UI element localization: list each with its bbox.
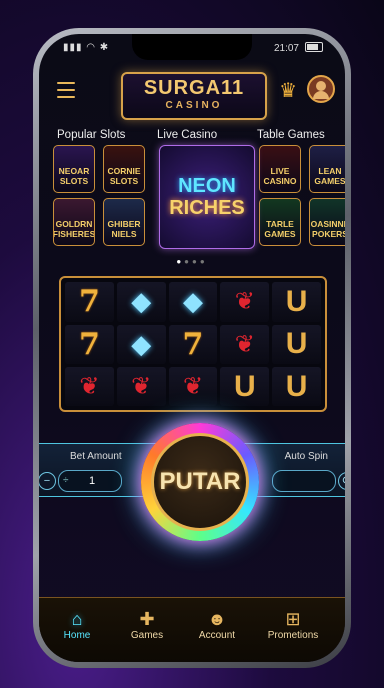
brand-name: SURGA11 xyxy=(143,77,245,99)
status-time-area: 21:07 xyxy=(274,42,323,54)
cherry-icon: ❦ xyxy=(168,367,218,406)
carousel-dots: ●●●● xyxy=(176,257,208,266)
feature-title-line1: NEON xyxy=(178,175,236,197)
tab-popular-slots[interactable]: Popular Slots xyxy=(57,129,125,141)
auto-spin-field[interactable] xyxy=(272,470,336,492)
user-icon: ☻ xyxy=(207,609,227,629)
nav-item-label: Prometions xyxy=(267,630,319,641)
spin-button[interactable]: PUTAR xyxy=(141,423,259,541)
featured-game-neon-riches[interactable]: NEON RICHES xyxy=(159,145,255,249)
brand-sub: CASINO xyxy=(165,100,223,111)
tab-table-games[interactable]: Table Games xyxy=(257,129,325,141)
app-header: SURGA11 CASINO ♛ xyxy=(39,68,345,128)
bottom-nav: ⌂ Home ✚ Games ☻ Account ⊞ Prometions xyxy=(39,597,345,662)
game-tile-left-0[interactable]: NEOAR SLOTS xyxy=(53,145,95,193)
spin-label: PUTAR xyxy=(159,468,241,495)
nav-item-home[interactable]: ⌂ Home xyxy=(45,608,109,641)
game-tile-right-0[interactable]: LIVE CASINO xyxy=(259,145,301,193)
gamepad-icon: ✚ xyxy=(139,609,155,629)
cherry-icon: ❦ xyxy=(65,367,114,406)
seven-icon: 7 xyxy=(168,324,218,365)
nav-item-games[interactable]: ✚ Games xyxy=(115,608,179,641)
nav-item-label: Account xyxy=(198,630,236,641)
crown-icon[interactable]: ♛ xyxy=(279,78,297,103)
horseshoe-icon: U xyxy=(272,367,321,406)
divide-icon: ÷ xyxy=(63,475,69,486)
horseshoe-icon: U xyxy=(272,282,321,322)
game-tile-label: TARLE GAMES xyxy=(264,219,296,239)
menu-icon[interactable] xyxy=(57,82,75,98)
game-tile-label: OASINNE POKERS xyxy=(310,219,345,239)
diamond-icon: ◆ xyxy=(116,282,166,322)
app-screen: ▮▮▮ ◠ ✱ 21:07 SURGA11 CASINO ♛ Popular S… xyxy=(39,34,345,662)
notch xyxy=(132,34,252,60)
game-tile-label: CORNIE SLOTS xyxy=(107,166,141,186)
bet-amount-label: Bet Amount xyxy=(70,451,122,462)
horseshoe-icon: U xyxy=(272,324,321,365)
cherry-icon: ❦ xyxy=(116,367,166,406)
spin-button-face: PUTAR xyxy=(151,433,249,531)
seven-icon: 7 xyxy=(65,282,114,322)
nav-item-prometions[interactable]: ⊞ Prometions xyxy=(261,608,325,641)
bet-amount-value: 1 xyxy=(89,475,96,487)
game-tile-right-3[interactable]: OASINNE POKERS xyxy=(309,198,345,246)
nav-item-account[interactable]: ☻ Account xyxy=(185,608,249,641)
signal-icon: ▮▮▮ ◠ ✱ xyxy=(63,42,110,53)
decrease-bet-button[interactable]: − xyxy=(39,472,56,490)
bet-amount-field[interactable]: ÷ 1 xyxy=(58,470,122,492)
diamond-icon: ◆ xyxy=(116,324,166,365)
tab-live-casino[interactable]: Live Casino xyxy=(157,129,217,141)
diamond-icon: ◆ xyxy=(168,282,218,322)
game-tile-label: GOLDRN FISHERES xyxy=(53,219,95,239)
game-tile-label: LIVE CASINO xyxy=(263,166,297,186)
feature-title-line2: RICHES xyxy=(169,197,245,219)
auto-spin-label: Auto Spin xyxy=(284,451,328,462)
game-tile-right-1[interactable]: LEAN GAMES xyxy=(309,145,345,193)
slot-reels: 7 ◆ ◆ ❦ U 7 ◆ 7 ❦ U ❦ ❦ ❦ U U xyxy=(59,276,327,412)
cherry-icon: ❦ xyxy=(220,324,270,365)
cherry-icon: ❦ xyxy=(220,282,270,322)
game-tile-left-3[interactable]: GHIBER NIELS xyxy=(103,198,145,246)
game-tile-left-2[interactable]: GOLDRN FISHERES xyxy=(53,198,95,246)
game-tile-label: NEOAR SLOTS xyxy=(58,166,90,186)
nav-item-label: Games xyxy=(130,630,164,641)
game-tile-right-2[interactable]: TARLE GAMES xyxy=(259,198,301,246)
game-tile-left-1[interactable]: CORNIE SLOTS xyxy=(103,145,145,193)
brand-logo: SURGA11 CASINO xyxy=(121,72,267,120)
game-tile-label: LEAN GAMES xyxy=(314,166,345,186)
horseshoe-icon: U xyxy=(220,367,270,406)
phone-frame: ▮▮▮ ◠ ✱ 21:07 SURGA11 CASINO ♛ Popular S… xyxy=(33,28,351,668)
auto-spin-icon[interactable]: ⟳ xyxy=(338,472,345,490)
game-tile-label: GHIBER NIELS xyxy=(107,219,141,239)
battery-icon xyxy=(305,42,323,52)
gift-icon: ⊞ xyxy=(285,609,301,629)
nav-item-label: Home xyxy=(63,630,91,641)
home-icon: ⌂ xyxy=(71,609,83,629)
status-time: 21:07 xyxy=(273,43,299,54)
avatar[interactable] xyxy=(307,75,335,103)
seven-icon: 7 xyxy=(65,324,114,365)
